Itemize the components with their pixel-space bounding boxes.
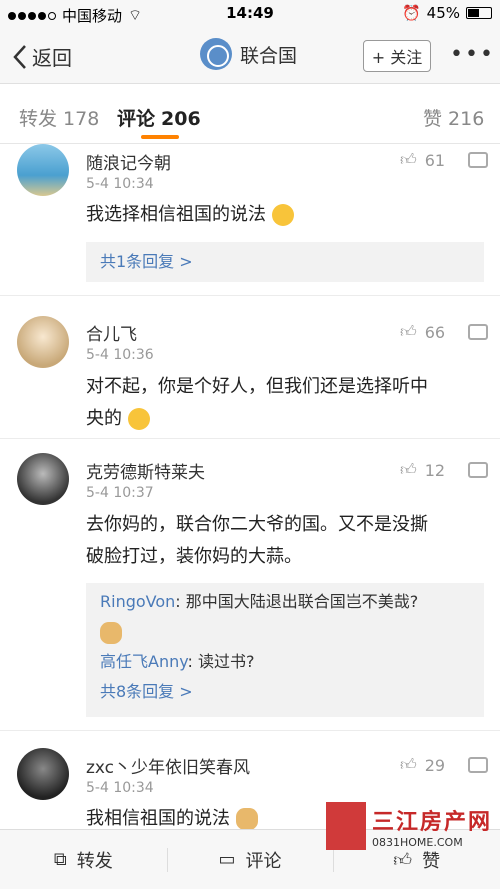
- comment-text-line-2: 破脸打过，装你妈的大蒜。: [86, 546, 302, 567]
- replies-box[interactable]: 共1条回复 >: [86, 242, 484, 282]
- like-count: 66: [424, 322, 446, 342]
- tab-likes[interactable]: 赞 216: [423, 104, 484, 131]
- comment-text-line: 去你妈的，联合你二大爷的国。又不是没撕: [86, 514, 428, 535]
- comment-item: 合儿飞 5-4 10:36 👍︎ 66 对不起，你是个好人，但我们还是选择听中 央…: [0, 296, 500, 439]
- reply-text: : 那中国大陆退出联合国岂不美哉?: [175, 592, 419, 611]
- page-title-text: 联合国: [240, 44, 298, 67]
- watermark-text: 三江房产网 0831HOME.COM: [372, 804, 492, 849]
- like-button[interactable]: 👍︎ 29: [400, 755, 445, 775]
- like-button[interactable]: 👍︎ 66: [400, 322, 445, 342]
- watermark-url: 0831HOME.COM: [372, 835, 463, 849]
- doge-emoji-icon: [235, 808, 258, 830]
- tab-active-indicator: [141, 135, 179, 139]
- tab-likes-label: 赞: [423, 108, 443, 130]
- status-right: ⏰ 45%: [402, 4, 492, 22]
- like-button[interactable]: 👍︎ 61: [400, 150, 445, 170]
- comment-author[interactable]: 克劳德斯特莱夫: [86, 458, 205, 483]
- reply-icon[interactable]: [468, 324, 488, 340]
- reply-user[interactable]: 高任飞Anny: [100, 652, 188, 671]
- reply-icon[interactable]: [468, 462, 488, 478]
- repost-button[interactable]: ⧉ 转发: [0, 830, 167, 889]
- reply-item[interactable]: 高任飞Anny: 读过书?: [100, 647, 470, 677]
- like-count: 29: [424, 755, 446, 775]
- repost-label: 转发: [76, 850, 113, 872]
- tab-repost[interactable]: 转发 178: [19, 104, 99, 131]
- view-replies-link[interactable]: 共8条回复 >: [100, 682, 193, 701]
- reply-user[interactable]: RingoVon: [100, 592, 175, 611]
- chevron-left-icon: [13, 44, 26, 69]
- reply-item[interactable]: RingoVon: 那中国大陆退出联合国岂不美哉?: [100, 587, 470, 617]
- tab-likes-count: 216: [448, 108, 485, 130]
- comment-text-content: 央的: [86, 408, 122, 429]
- avatar[interactable]: [17, 316, 69, 368]
- smile-emoji-icon: [271, 204, 294, 226]
- thumb-up-icon: 👍︎: [400, 150, 417, 169]
- comment-text-line-2: 央的: [86, 403, 482, 435]
- comment-author[interactable]: 合儿飞: [86, 320, 137, 345]
- reply-icon[interactable]: [468, 152, 488, 168]
- watermark-name: 三江房产网: [372, 809, 493, 835]
- comment-text: 我选择相信祖国的说法: [86, 199, 482, 231]
- comment-button[interactable]: ▭ 评论: [166, 830, 334, 889]
- page-title[interactable]: 联合国: [200, 38, 297, 70]
- battery-percent: 45%: [426, 4, 460, 22]
- comment-time: 5-4 10:34: [86, 176, 154, 192]
- comment-text: 去你妈的，联合你二大爷的国。又不是没撕 破脸打过，装你妈的大蒜。: [86, 509, 482, 573]
- tab-comments-label: 评论: [117, 108, 156, 130]
- comment-text-line: 对不起，你是个好人，但我们还是选择听中: [86, 376, 428, 397]
- comment-item: 克劳德斯特莱夫 5-4 10:37 👍︎ 12 去你妈的，联合你二大爷的国。又不是…: [0, 439, 500, 731]
- doge-emoji-icon: [100, 621, 122, 644]
- tab-bar: 转发 178 评论 206 赞 216: [0, 84, 500, 144]
- follow-button[interactable]: + 关注: [363, 40, 431, 72]
- like-count: 12: [424, 460, 446, 480]
- avatar[interactable]: [17, 748, 69, 800]
- comment-text-content: 我相信祖国的说法: [86, 808, 230, 829]
- reply-icon[interactable]: [468, 757, 488, 773]
- tab-comments-count: 206: [161, 108, 201, 130]
- thumb-up-icon: 👍︎: [400, 460, 417, 479]
- alarm-icon: ⏰: [401, 4, 421, 22]
- nav-bar: 返回 联合国 + 关注 •••: [0, 28, 500, 84]
- site-watermark: 三江房产网 0831HOME.COM: [326, 800, 500, 852]
- tab-repost-count: 178: [63, 108, 100, 130]
- battery-icon: [466, 7, 492, 19]
- thumb-up-icon: 👍︎: [400, 755, 417, 774]
- comment-text: 对不起，你是个好人，但我们还是选择听中 央的: [86, 371, 482, 435]
- comment-item: 随浪记今朝 5-4 10:34 👍︎ 61 我选择相信祖国的说法 共1条回复 >: [0, 144, 500, 296]
- reply-emoji-line: [100, 617, 470, 647]
- hug-emoji-icon: [127, 408, 150, 430]
- avatar[interactable]: [17, 144, 69, 196]
- comment-author[interactable]: 随浪记今朝: [86, 149, 171, 174]
- tab-repost-label: 转发: [19, 108, 58, 130]
- more-icon[interactable]: •••: [450, 42, 495, 67]
- comment-time: 5-4 10:34: [86, 780, 154, 796]
- back-label: 返回: [32, 46, 72, 70]
- comment-text-content: 我选择相信祖国的说法: [86, 204, 266, 225]
- like-count: 61: [424, 150, 446, 170]
- watermark-logo-icon: [326, 802, 366, 850]
- back-button[interactable]: 返回: [12, 42, 72, 71]
- un-logo-icon: [200, 38, 232, 70]
- comment-time: 5-4 10:36: [86, 347, 154, 363]
- avatar[interactable]: [17, 453, 69, 505]
- comment-label: 评论: [245, 850, 282, 872]
- comment-author[interactable]: zxc丶少年依旧笑春风: [86, 753, 250, 778]
- like-button[interactable]: 👍︎ 12: [400, 460, 445, 480]
- comment-time: 5-4 10:37: [86, 485, 154, 501]
- comment-icon: ▭: [218, 849, 236, 870]
- share-icon: ⧉: [53, 849, 67, 870]
- thumb-up-icon: 👍︎: [400, 322, 417, 341]
- view-replies-link[interactable]: 共1条回复 >: [100, 252, 193, 271]
- tab-comments[interactable]: 评论 206: [117, 104, 201, 131]
- replies-link-row: 共8条回复 >: [100, 677, 470, 707]
- reply-text: : 读过书?: [187, 652, 255, 671]
- replies-box: RingoVon: 那中国大陆退出联合国岂不美哉? 高任飞Anny: 读过书? …: [86, 583, 484, 717]
- status-bar: 中国移动 ⌔ 14:49 ⏰ 45%: [0, 0, 500, 28]
